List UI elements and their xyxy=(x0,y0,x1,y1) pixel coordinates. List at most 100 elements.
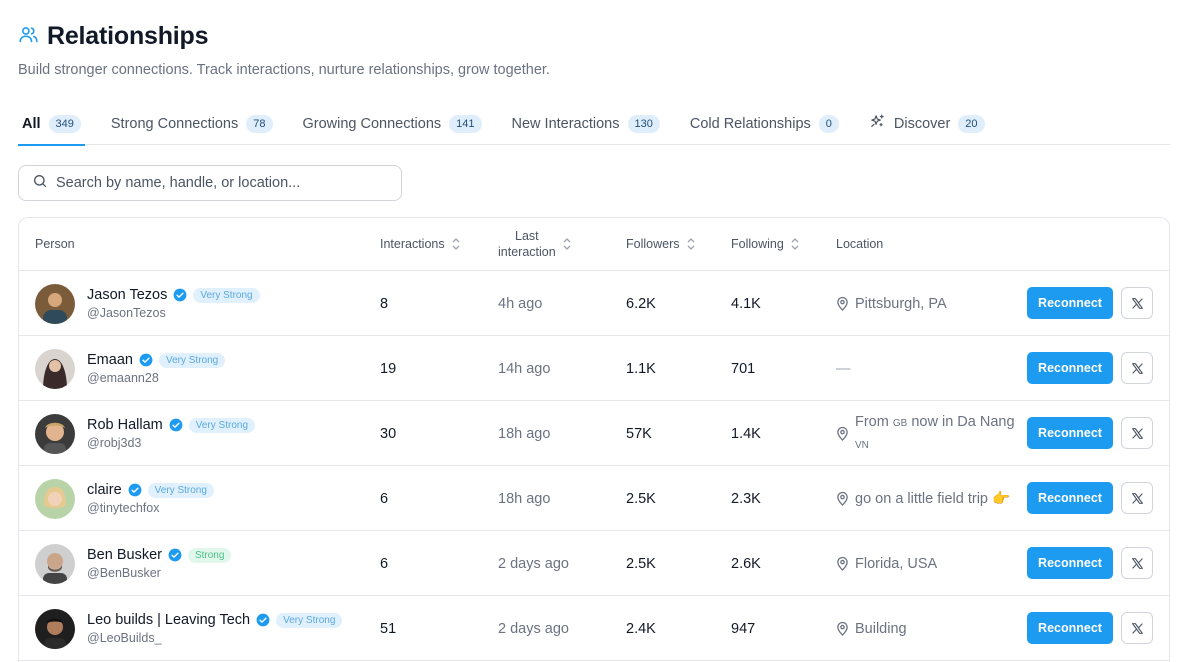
reconnect-button[interactable]: Reconnect xyxy=(1027,417,1113,449)
following-value: 1.4K xyxy=(731,425,761,442)
followers-value: 6.2K xyxy=(626,295,656,312)
person-name[interactable]: Jason Tezos xyxy=(87,287,167,303)
title-row: Relationships xyxy=(18,22,550,51)
interactions-value: 51 xyxy=(380,620,397,637)
person-handle: @emaann28 xyxy=(87,371,159,385)
person-name[interactable]: Ben Busker xyxy=(87,547,162,563)
person-cell: claire Very Strong @tinytechfox xyxy=(35,466,214,531)
tab-count: 78 xyxy=(246,114,273,133)
location-text: From GB now in Da Nang VN xyxy=(855,412,1016,456)
open-x-button[interactable] xyxy=(1121,287,1153,319)
open-x-button[interactable] xyxy=(1121,547,1153,579)
followers-value: 57K xyxy=(626,425,652,442)
person-name[interactable]: Emaan xyxy=(87,352,133,368)
tab-all[interactable]: All 349 xyxy=(18,108,85,146)
name-line: Jason Tezos Very Strong xyxy=(87,287,260,303)
strength-badge: Very Strong xyxy=(147,482,214,498)
tab-growing-connections[interactable]: Growing Connections 141 xyxy=(299,108,486,145)
following-value: 947 xyxy=(731,620,756,637)
reconnect-button[interactable]: Reconnect xyxy=(1027,547,1113,579)
reconnect-button[interactable]: Reconnect xyxy=(1027,482,1113,514)
location-cell: go on a little field trip 👉 xyxy=(836,466,1016,531)
avatar[interactable] xyxy=(35,283,75,324)
x-logo-icon xyxy=(1131,622,1143,634)
last-interaction-value: 4h ago xyxy=(498,295,543,312)
reconnect-button[interactable]: Reconnect xyxy=(1027,352,1113,384)
strength-badge: Very Strong xyxy=(188,417,256,433)
person-name[interactable]: claire xyxy=(87,482,122,498)
open-x-button[interactable] xyxy=(1121,482,1153,514)
avatar[interactable] xyxy=(35,543,75,584)
column-following[interactable]: Following xyxy=(731,237,800,251)
verified-icon xyxy=(168,548,182,562)
followers-value: 2.5K xyxy=(626,490,656,507)
name-line: claire Very Strong xyxy=(87,482,214,498)
followers-value: 2.4K xyxy=(626,620,656,637)
avatar[interactable] xyxy=(35,608,75,649)
open-x-button[interactable] xyxy=(1121,352,1153,384)
table-row: Ben Busker Strong @BenBusker 6 2 days ag… xyxy=(19,531,1169,596)
location-segment: From xyxy=(855,413,893,430)
person-name[interactable]: Rob Hallam xyxy=(87,417,163,433)
column-last-interaction[interactable]: Last interaction xyxy=(498,228,572,260)
avatar[interactable] xyxy=(35,413,75,454)
page-subtitle: Build stronger connections. Track intera… xyxy=(18,62,550,78)
verified-icon xyxy=(128,483,142,497)
tab-count: 0 xyxy=(818,114,839,133)
interactions-value: 8 xyxy=(380,295,389,312)
column-label-line: interaction xyxy=(498,245,556,259)
tab-count: 20 xyxy=(958,114,985,133)
sort-icon xyxy=(452,238,460,250)
person-cell: Rob Hallam Very Strong @robj3d3 xyxy=(35,401,256,466)
following-value: 701 xyxy=(731,360,756,377)
person-cell: Ben Busker Strong @BenBusker xyxy=(35,531,232,596)
x-logo-icon xyxy=(1131,427,1143,439)
verified-icon xyxy=(256,613,270,627)
location-cell: From GB now in Da Nang VN xyxy=(836,401,1016,466)
search-input[interactable] xyxy=(56,175,376,191)
column-followers[interactable]: Followers xyxy=(626,237,696,251)
person-info: Rob Hallam Very Strong @robj3d3 xyxy=(87,417,256,450)
followers-value: 1.1K xyxy=(626,360,656,377)
tab-label: All xyxy=(22,115,41,132)
open-x-button[interactable] xyxy=(1121,612,1153,644)
x-logo-icon xyxy=(1131,492,1143,504)
map-pin-icon xyxy=(837,296,848,311)
name-line: Emaan Very Strong xyxy=(87,352,226,368)
map-pin-icon xyxy=(837,556,848,571)
column-label: Person xyxy=(35,237,75,251)
reconnect-button[interactable]: Reconnect xyxy=(1027,287,1113,319)
tab-discover[interactable]: Discover 20 xyxy=(865,108,989,145)
location-text: Florida, USA xyxy=(855,555,938,572)
open-x-button[interactable] xyxy=(1121,417,1153,449)
map-pin-icon xyxy=(837,426,848,441)
relationships-table: Person Interactions Last interaction Fol… xyxy=(18,217,1170,662)
location-text: Pittsburgh, PA xyxy=(855,295,947,312)
location-text: — xyxy=(836,360,851,377)
tab-label: Discover xyxy=(893,115,951,132)
tab-count: 349 xyxy=(48,114,81,133)
last-interaction-value: 2 days ago xyxy=(498,620,569,637)
last-interaction-value: 2 days ago xyxy=(498,555,569,572)
tab-strong-connections[interactable]: Strong Connections 78 xyxy=(107,108,277,145)
tab-cold-relationships[interactable]: Cold Relationships 0 xyxy=(686,108,843,145)
x-logo-icon xyxy=(1131,557,1143,569)
following-value: 2.3K xyxy=(731,490,761,507)
tab-new-interactions[interactable]: New Interactions 130 xyxy=(508,108,664,145)
map-pin-icon xyxy=(837,621,848,636)
person-name[interactable]: Leo builds | Leaving Tech xyxy=(87,612,250,628)
avatar[interactable] xyxy=(35,478,75,519)
interactions-value: 6 xyxy=(380,490,389,507)
last-interaction-value: 14h ago xyxy=(498,360,551,377)
avatar[interactable] xyxy=(35,348,75,389)
person-info: claire Very Strong @tinytechfox xyxy=(87,482,214,515)
column-interactions[interactable]: Interactions xyxy=(380,237,461,251)
tab-label: Cold Relationships xyxy=(689,115,811,132)
reconnect-button[interactable]: Reconnect xyxy=(1027,612,1113,644)
location-cell: — xyxy=(836,336,1016,401)
location-text: Building xyxy=(855,620,907,637)
location-segment: now in Da Nang xyxy=(907,413,1015,430)
page-title: Relationships xyxy=(47,22,209,50)
verified-icon xyxy=(139,353,153,367)
tab-label: Growing Connections xyxy=(302,115,442,132)
